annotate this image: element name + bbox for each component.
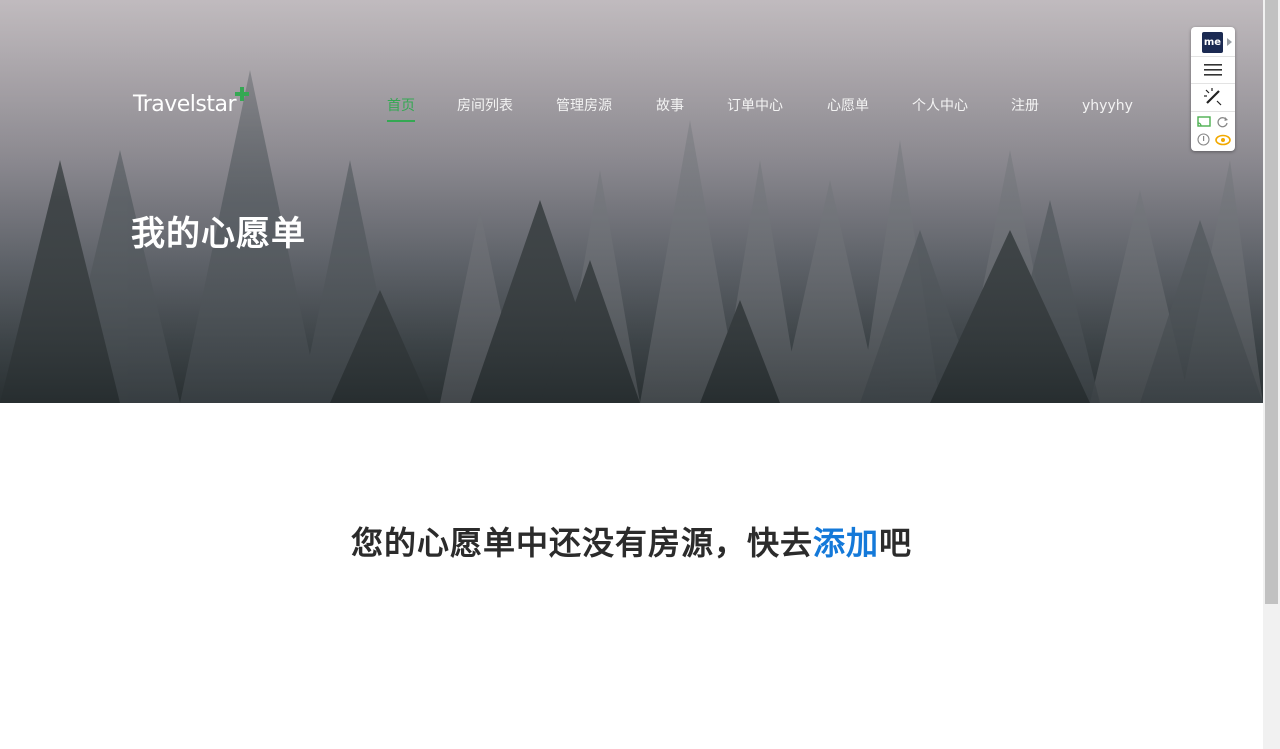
nav-item-wishlist[interactable]: 心愿单 bbox=[827, 96, 869, 116]
expand-arrow-icon[interactable] bbox=[1227, 38, 1232, 46]
nav-item-profile[interactable]: 个人中心 bbox=[912, 96, 968, 116]
logo-text: Travelstar bbox=[133, 92, 237, 117]
me-badge[interactable]: me bbox=[1202, 32, 1223, 53]
nav-item-room-list[interactable]: 房间列表 bbox=[457, 96, 513, 116]
menu-row[interactable] bbox=[1191, 56, 1235, 84]
empty-wishlist-message: 您的心愿单中还没有房源，快去添加吧 bbox=[0, 518, 1263, 564]
logo-plus-icon bbox=[235, 87, 250, 101]
page-scrollbar[interactable] bbox=[1263, 0, 1280, 749]
extension-badge-row[interactable]: me bbox=[1191, 27, 1235, 57]
hero-banner: Travelstar 首页 房间列表 管理房源 故事 订单中心 心愿单 个人中心… bbox=[0, 0, 1263, 403]
nav-item-home[interactable]: 首页 bbox=[387, 96, 415, 122]
cast-icon[interactable] bbox=[1197, 116, 1211, 128]
eye-icon[interactable] bbox=[1215, 134, 1231, 146]
forest-background-image bbox=[0, 0, 1263, 403]
empty-message-text: 您的心愿单中还没有房源，快去 bbox=[350, 524, 813, 562]
site-logo[interactable]: Travelstar bbox=[133, 87, 250, 122]
nav-item-order-center[interactable]: 订单中心 bbox=[727, 96, 783, 116]
wand-row[interactable] bbox=[1191, 83, 1235, 112]
nav-item-user[interactable]: yhyyhy bbox=[1082, 96, 1133, 116]
add-link[interactable]: 添加 bbox=[813, 524, 879, 562]
nav-item-register[interactable]: 注册 bbox=[1011, 96, 1039, 116]
empty-message-suffix: 吧 bbox=[879, 524, 913, 562]
info-icon[interactable] bbox=[1197, 133, 1210, 146]
refresh-icon[interactable] bbox=[1216, 116, 1229, 129]
magic-wand-icon[interactable] bbox=[1203, 87, 1223, 107]
scrollbar-thumb[interactable] bbox=[1265, 0, 1278, 604]
nav-item-stories[interactable]: 故事 bbox=[656, 96, 684, 116]
extension-toolbar: me bbox=[1191, 27, 1235, 151]
nav-item-manage-listings[interactable]: 管理房源 bbox=[556, 96, 612, 116]
menu-icon[interactable] bbox=[1204, 63, 1222, 77]
page-title: 我的心愿单 bbox=[131, 214, 306, 254]
